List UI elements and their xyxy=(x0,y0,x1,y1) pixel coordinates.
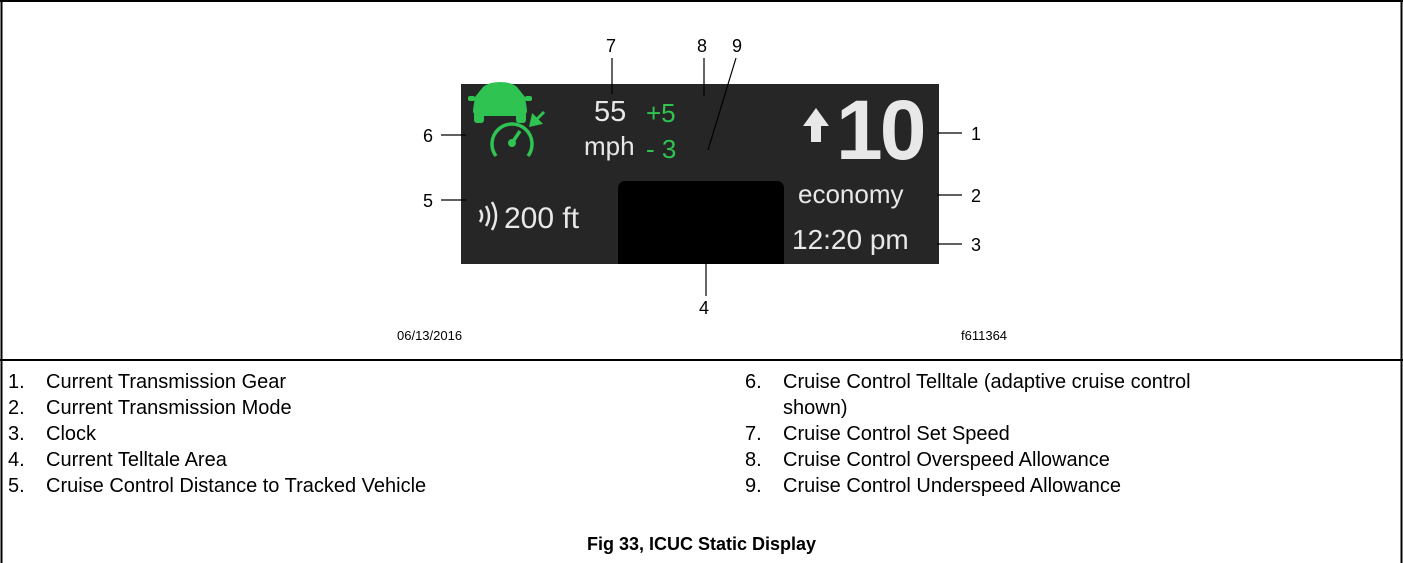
legend-number: 8. xyxy=(745,449,762,471)
callout-3: 3 xyxy=(971,235,982,255)
legend-number: 4. xyxy=(8,449,25,471)
figure-code: f611364 xyxy=(961,328,1008,343)
figure-date: 06/13/2016 xyxy=(397,328,463,343)
callout-2: 2 xyxy=(971,186,982,206)
legend-number: 6. xyxy=(745,371,762,393)
legend-item: 3. Clock xyxy=(8,423,688,445)
legend-text: Current Transmission Gear xyxy=(46,371,287,393)
legend-text: Clock xyxy=(46,423,97,445)
callout-9: 9 xyxy=(732,36,743,56)
callout-5: 5 xyxy=(423,191,434,211)
legend-item: 9. Cruise Control Underspeed Allowance xyxy=(745,475,1385,497)
legend-number: 2. xyxy=(8,397,25,419)
callout-4: 4 xyxy=(699,298,710,318)
legend-text: Cruise Control Underspeed Allowance xyxy=(783,475,1121,497)
legend-number: 7. xyxy=(745,423,762,445)
legend-item: 8. Cruise Control Overspeed Allowance xyxy=(745,449,1385,471)
callout-1: 1 xyxy=(971,124,982,144)
legend-item: 5. Cruise Control Distance to Tracked Ve… xyxy=(8,475,688,497)
legend-number: 1. xyxy=(8,371,25,393)
callout-6: 6 xyxy=(423,126,434,146)
legend-text: Current Transmission Mode xyxy=(46,397,292,419)
figure-caption: Fig 33, ICUC Static Display xyxy=(586,534,817,554)
legend-text: Cruise Control Telltale (adaptive cruise… xyxy=(783,371,1191,393)
legend-text: Cruise Control Distance to Tracked Vehic… xyxy=(46,475,427,497)
legend-item: 1. Current Transmission Gear xyxy=(8,371,688,393)
callout-8: 8 xyxy=(697,36,708,56)
legend-item: 2. Current Transmission Mode xyxy=(8,397,688,419)
legend-text: Cruise Control Set Speed xyxy=(783,423,1010,445)
legend-item: 4. Current Telltale Area xyxy=(8,449,688,471)
callout-7: 7 xyxy=(606,36,617,56)
legend-item: 7. Cruise Control Set Speed xyxy=(745,423,1385,445)
legend-text: shown) xyxy=(783,397,848,419)
legend-number: 9. xyxy=(745,475,762,497)
legend-number: 3. xyxy=(8,423,25,445)
legend-text: Current Telltale Area xyxy=(46,449,227,471)
legend-number: 5. xyxy=(8,475,25,497)
legend-text: Cruise Control Overspeed Allowance xyxy=(783,449,1110,471)
legend-item: shown) xyxy=(745,397,1385,419)
legend-item: 6. Cruise Control Telltale (adaptive cru… xyxy=(745,371,1385,393)
